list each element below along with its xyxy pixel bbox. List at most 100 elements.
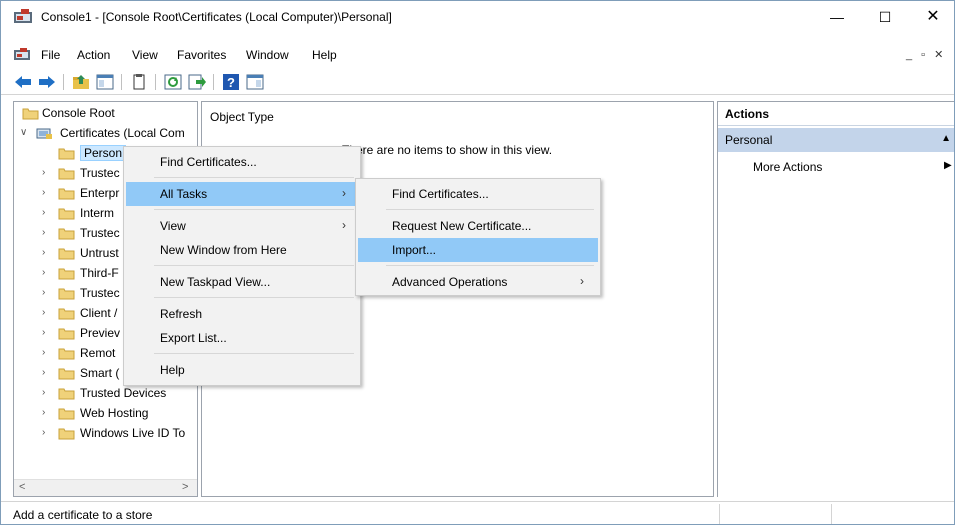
submenu-item[interactable]: Advanced Operations › xyxy=(358,270,598,294)
status-bar: Add a certificate to a store xyxy=(1,501,954,524)
menu-window[interactable]: Window xyxy=(246,48,289,62)
context-menu-item[interactable]: Export List... xyxy=(126,326,358,350)
tree-item-label: Trustec xyxy=(80,166,120,180)
menu-separator xyxy=(154,265,354,266)
menu-view[interactable]: View xyxy=(132,48,158,62)
horizontal-scrollbar[interactable]: < > xyxy=(14,479,197,496)
folder-icon xyxy=(58,148,75,160)
menu-file[interactable]: File xyxy=(41,48,60,62)
close-button[interactable]: ✕ xyxy=(911,1,954,33)
submenu-chevron-icon: › xyxy=(580,274,584,288)
folder-icon xyxy=(58,208,75,220)
menu-help[interactable]: Help xyxy=(312,48,337,62)
tree-expander-icon[interactable]: › xyxy=(42,267,52,278)
folder-icon xyxy=(58,188,75,200)
tree-expander-icon[interactable]: › xyxy=(42,407,52,418)
tree-expander-icon[interactable]: › xyxy=(42,367,52,378)
tree-expander-icon[interactable]: ∨ xyxy=(20,127,30,138)
more-actions-item[interactable]: More Actions xyxy=(753,160,822,174)
tree-item-label: Third-F xyxy=(80,266,119,280)
context-menu-item-label: Help xyxy=(160,363,185,377)
tree-expander-icon[interactable]: › xyxy=(42,327,52,338)
folder-icon xyxy=(58,328,75,340)
mmc-window: Console1 - [Console Root\Certificates (L… xyxy=(0,0,955,525)
console-tree-icon[interactable] xyxy=(245,72,265,92)
tree-expander-icon[interactable]: › xyxy=(42,387,52,398)
title-bar[interactable]: Console1 - [Console Root\Certificates (L… xyxy=(1,1,954,33)
minimize-button[interactable]: — xyxy=(815,1,859,33)
tree-item-label: Enterpr xyxy=(80,186,120,200)
show-hide-tree-icon[interactable] xyxy=(95,72,115,92)
actions-pane: Actions Personal ▲ More Actions ▶ xyxy=(717,101,954,497)
tree-expander-icon[interactable]: › xyxy=(42,247,52,258)
folder-icon xyxy=(58,228,75,240)
properties-icon[interactable] xyxy=(129,72,149,92)
context-menu-item[interactable]: New Window from Here xyxy=(126,238,358,262)
tree-expander-icon[interactable]: › xyxy=(42,307,52,318)
tree-item-label: Client / xyxy=(80,306,118,320)
submenu-item-label: Advanced Operations xyxy=(392,275,508,289)
submenu-chevron-icon: › xyxy=(342,218,346,232)
tree-item-label: Console Root xyxy=(42,106,115,120)
folder-icon xyxy=(58,248,75,260)
submenu-chevron-icon: › xyxy=(342,186,346,200)
tree-item-label: Remot xyxy=(80,346,116,360)
column-header-object-type[interactable]: Object Type xyxy=(210,110,274,124)
export-icon[interactable] xyxy=(187,72,207,92)
submenu-item[interactable]: Import... xyxy=(358,238,598,262)
collapse-triangle-icon[interactable]: ▲ xyxy=(941,133,951,144)
tree-expander-icon[interactable]: › xyxy=(42,167,52,178)
toolbar: ? xyxy=(1,69,954,95)
actions-section-personal[interactable]: Personal ▲ xyxy=(718,128,954,152)
context-menu-item-label: Refresh xyxy=(160,307,203,321)
status-text: Add a certificate to a store xyxy=(13,508,153,522)
context-menu-item-label: Export List... xyxy=(160,331,227,345)
menu-favorites[interactable]: Favorites xyxy=(177,48,226,62)
refresh-icon[interactable] xyxy=(163,72,183,92)
tree-item-label: Smart ( xyxy=(80,366,120,380)
submenu-item-label: Find Certificates... xyxy=(392,187,489,201)
context-menu-item[interactable]: New Taskpad View... xyxy=(126,270,358,294)
submenu-item-label: Import... xyxy=(392,243,437,257)
menu-separator xyxy=(386,265,594,266)
mmc-menu-icon[interactable] xyxy=(13,48,31,62)
menu-action[interactable]: Action xyxy=(77,48,110,62)
back-icon[interactable] xyxy=(13,72,33,92)
folder-icon xyxy=(58,308,75,320)
context-menu-item-label: View xyxy=(160,219,186,233)
folder-icon xyxy=(58,348,75,360)
submenu-arrow-icon[interactable]: ▶ xyxy=(944,160,952,171)
context-menu-item[interactable]: View › xyxy=(126,214,358,238)
scroll-right-icon[interactable]: > xyxy=(182,481,188,493)
window-title: Console1 - [Console Root\Certificates (L… xyxy=(41,10,392,24)
menu-bar: File Action View Favorites Window Help _… xyxy=(1,45,954,67)
tree-expander-icon[interactable]: › xyxy=(42,207,52,218)
tree-item-label: Certificates (Local Com xyxy=(60,126,185,140)
maximize-button[interactable]: ☐ xyxy=(863,1,907,33)
folder-icon xyxy=(22,108,39,120)
folder-icon xyxy=(58,388,75,400)
context-menu-item[interactable]: Help xyxy=(126,358,358,382)
help-icon[interactable]: ? xyxy=(221,72,241,92)
actions-section-label: Personal xyxy=(725,133,773,147)
tree-item-label: Trusted Devices xyxy=(80,386,167,400)
scroll-left-icon[interactable]: < xyxy=(19,481,25,493)
tree-expander-icon[interactable]: › xyxy=(42,227,52,238)
tree-expander-icon[interactable]: › xyxy=(42,287,52,298)
submenu-item[interactable]: Find Certificates... xyxy=(358,182,598,206)
all-tasks-submenu: Find Certificates... Request New Certific… xyxy=(355,178,601,296)
tree-expander-icon[interactable]: › xyxy=(42,427,52,438)
up-folder-icon[interactable] xyxy=(71,72,91,92)
folder-icon xyxy=(58,168,75,180)
tree-expander-icon[interactable]: › xyxy=(42,347,52,358)
submenu-item[interactable]: Request New Certificate... xyxy=(358,214,598,238)
context-menu-item[interactable]: Refresh xyxy=(126,302,358,326)
context-menu-item[interactable]: All Tasks › xyxy=(126,182,358,206)
mdi-window-controls[interactable]: _ ▫ ✕ xyxy=(906,48,946,61)
context-menu: Find Certificates... All Tasks › View › New W… xyxy=(123,146,361,386)
folder-icon xyxy=(58,368,75,380)
context-menu-item-label: New Window from Here xyxy=(160,243,287,257)
forward-icon[interactable] xyxy=(37,72,57,92)
context-menu-item[interactable]: Find Certificates... xyxy=(126,150,358,174)
tree-expander-icon[interactable]: › xyxy=(42,187,52,198)
